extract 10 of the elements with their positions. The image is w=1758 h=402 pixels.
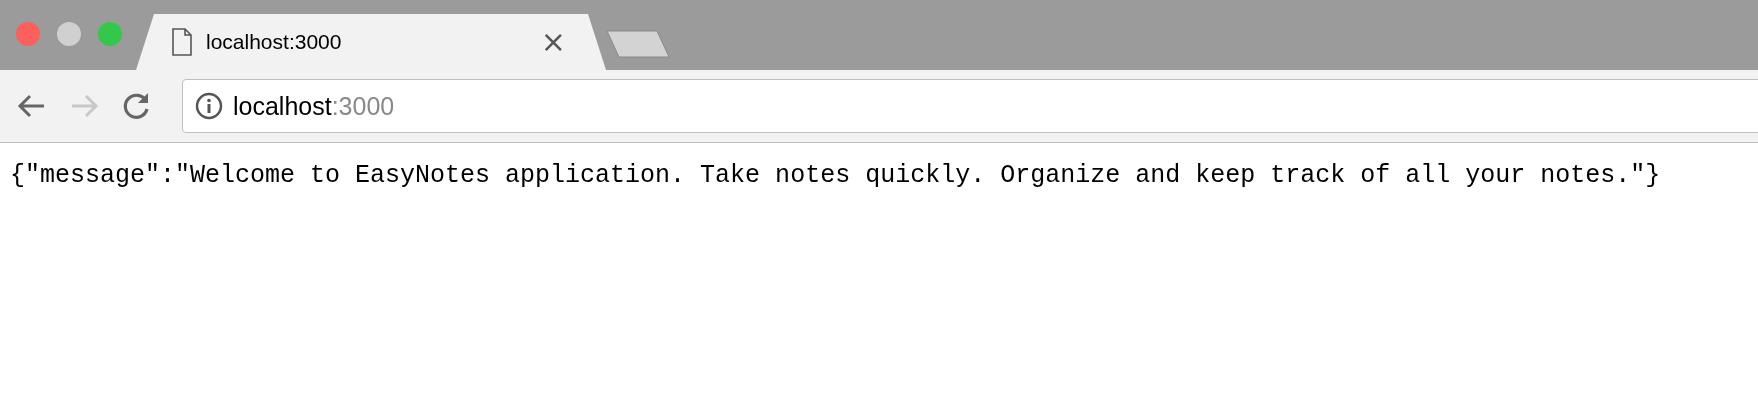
window-minimize-button[interactable] (57, 22, 81, 46)
tab-close-button[interactable]: × (540, 27, 566, 57)
browser-tab[interactable]: localhost:3000 × (136, 14, 606, 70)
address-field[interactable]: localhost:3000 (233, 91, 395, 121)
info-icon[interactable] (195, 92, 223, 120)
new-tab-button[interactable] (606, 30, 670, 58)
document-icon (172, 28, 192, 56)
json-response-text: {"message":"Welcome to EasyNotes application. Take notes quickly. Organize and keep track of all your notes."} (9, 160, 1662, 192)
window-maximize-button[interactable] (98, 22, 122, 46)
window-close-button[interactable] (16, 22, 40, 46)
